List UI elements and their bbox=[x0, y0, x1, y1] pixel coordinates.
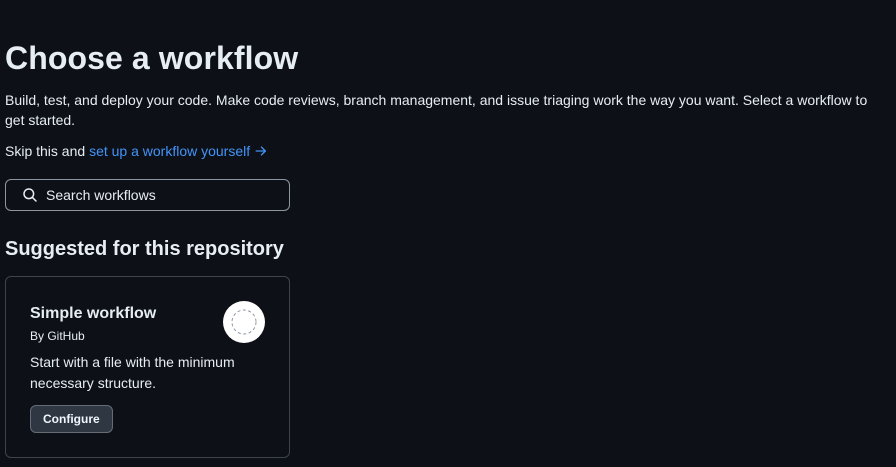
skip-prefix: Skip this and bbox=[5, 143, 90, 159]
page-description: Build, test, and deploy your code. Make … bbox=[5, 92, 868, 128]
search-icon bbox=[23, 188, 37, 202]
search-workflows-box[interactable] bbox=[5, 179, 290, 211]
workflow-logo bbox=[223, 301, 265, 343]
workflow-card-description: Start with a file with the minimum neces… bbox=[30, 354, 235, 391]
configure-button[interactable]: Configure bbox=[30, 405, 113, 433]
dashed-circle-icon bbox=[231, 309, 257, 335]
workflow-chooser-page: Choose a workflow Build, test, and deplo… bbox=[0, 0, 896, 467]
search-workflows-input[interactable] bbox=[46, 187, 289, 203]
suggested-section-title: Suggested for this repository bbox=[5, 238, 284, 260]
workflow-card-author: By GitHub bbox=[30, 329, 85, 343]
arrow-right-icon bbox=[255, 146, 267, 156]
setup-workflow-yourself-label: set up a workflow yourself bbox=[89, 143, 251, 159]
workflow-card-simple: Simple workflow By GitHub Start with a f… bbox=[5, 276, 290, 458]
workflow-card-title: Simple workflow bbox=[30, 305, 157, 322]
page-title: Choose a workflow bbox=[5, 40, 299, 76]
skip-line: Skip this and set up a workflow yourself bbox=[5, 141, 268, 161]
setup-workflow-yourself-link[interactable]: set up a workflow yourself bbox=[89, 143, 268, 159]
